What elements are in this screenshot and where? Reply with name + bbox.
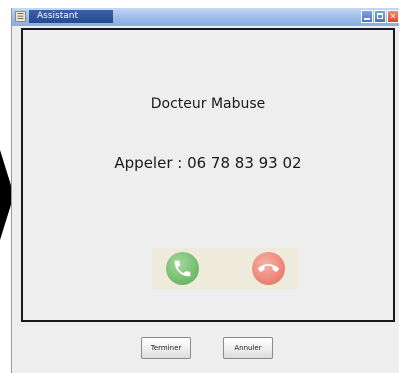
- call-panel: Docteur Mabuse Appeler : 06 78 83 93 02: [21, 28, 395, 322]
- title-bar[interactable]: ☰ Assistant ✕: [12, 8, 399, 26]
- app-icon: ☰: [15, 11, 26, 22]
- maximize-button[interactable]: [374, 10, 386, 23]
- hang-up-button[interactable]: [252, 252, 285, 285]
- close-button[interactable]: ✕: [387, 10, 399, 23]
- cancel-button[interactable]: Annuler: [223, 337, 273, 359]
- contact-name: Docteur Mabuse: [150, 96, 266, 112]
- close-icon: ✕: [389, 12, 397, 21]
- call-controls: [152, 248, 299, 289]
- screenshot-stage: ☰ Assistant ✕ Docteur Mabuse Appeler : 0…: [0, 0, 400, 373]
- call-number-label: Appeler : 06 78 83 93 02: [114, 154, 302, 172]
- finish-button[interactable]: Terminer: [141, 337, 191, 359]
- maximize-icon: [377, 13, 383, 19]
- accept-call-button[interactable]: [166, 252, 199, 285]
- phone-accept-icon: [174, 260, 191, 277]
- phone-hangup-icon: [258, 264, 279, 272]
- window-title: Assistant: [29, 10, 113, 23]
- minimize-icon: [364, 18, 370, 20]
- assistant-window: ☰ Assistant ✕ Docteur Mabuse Appeler : 0…: [11, 8, 399, 373]
- minimize-button[interactable]: [361, 10, 373, 23]
